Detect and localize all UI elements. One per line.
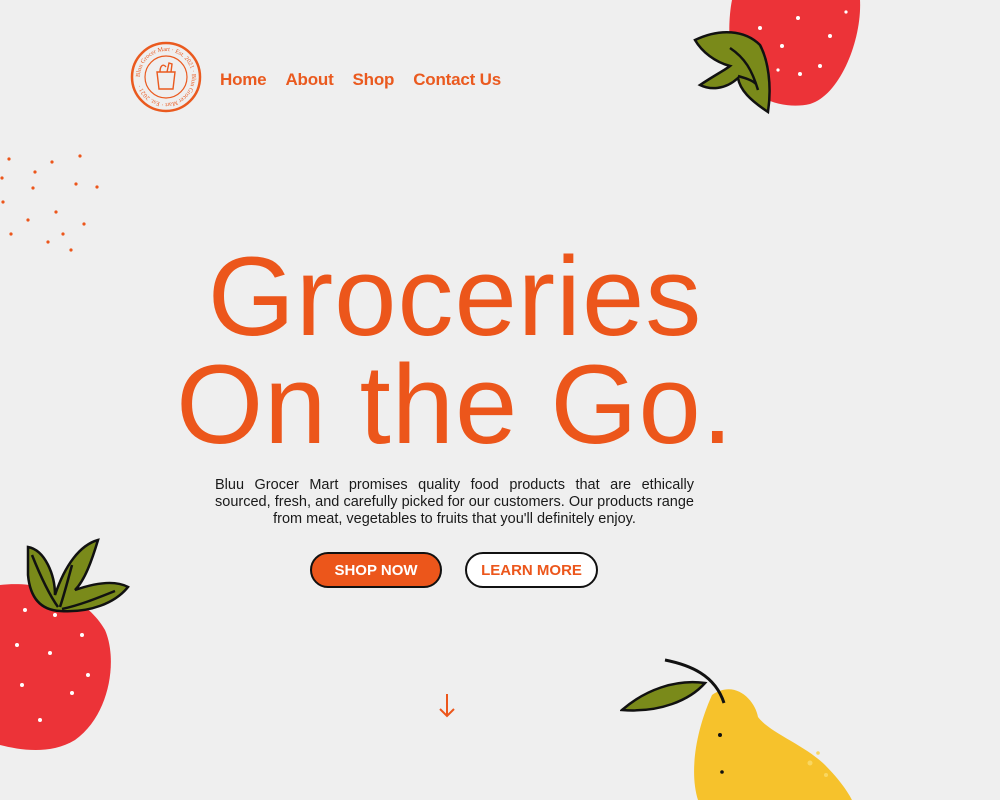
- arrow-down-icon[interactable]: [437, 692, 457, 720]
- hero-title-line1: Groceries: [207, 234, 703, 359]
- svg-text:Bluu Grocer Mart · Est. 2021 ·: Bluu Grocer Mart · Est. 2021 · Bluu Groc…: [135, 46, 197, 108]
- strawberry-illustration-left: [0, 538, 130, 750]
- main-nav: Home About Shop Contact Us: [220, 70, 520, 90]
- hero-title-line2: On the Go.: [176, 342, 734, 467]
- nav-contact-us[interactable]: Contact Us: [413, 70, 501, 90]
- pear-illustration: [620, 658, 852, 800]
- nav-about[interactable]: About: [285, 70, 333, 90]
- strawberry-illustration-top: [693, 0, 861, 115]
- brand-logo[interactable]: Bluu Grocer Mart · Est. 2021 · Bluu Groc…: [130, 41, 202, 113]
- hero-title: Groceries On the Go.: [0, 241, 910, 461]
- hero-description: Bluu Grocer Mart promises quality food p…: [215, 477, 694, 527]
- nav-home[interactable]: Home: [220, 70, 267, 90]
- logo-ring-text: Bluu Grocer Mart · Est. 2021 · Bluu Groc…: [135, 46, 197, 108]
- nav-shop[interactable]: Shop: [353, 70, 395, 90]
- learn-more-button[interactable]: LEARN MORE: [465, 552, 598, 588]
- grocery-bag-icon: [156, 62, 176, 90]
- shop-now-button[interactable]: SHOP NOW: [310, 552, 442, 588]
